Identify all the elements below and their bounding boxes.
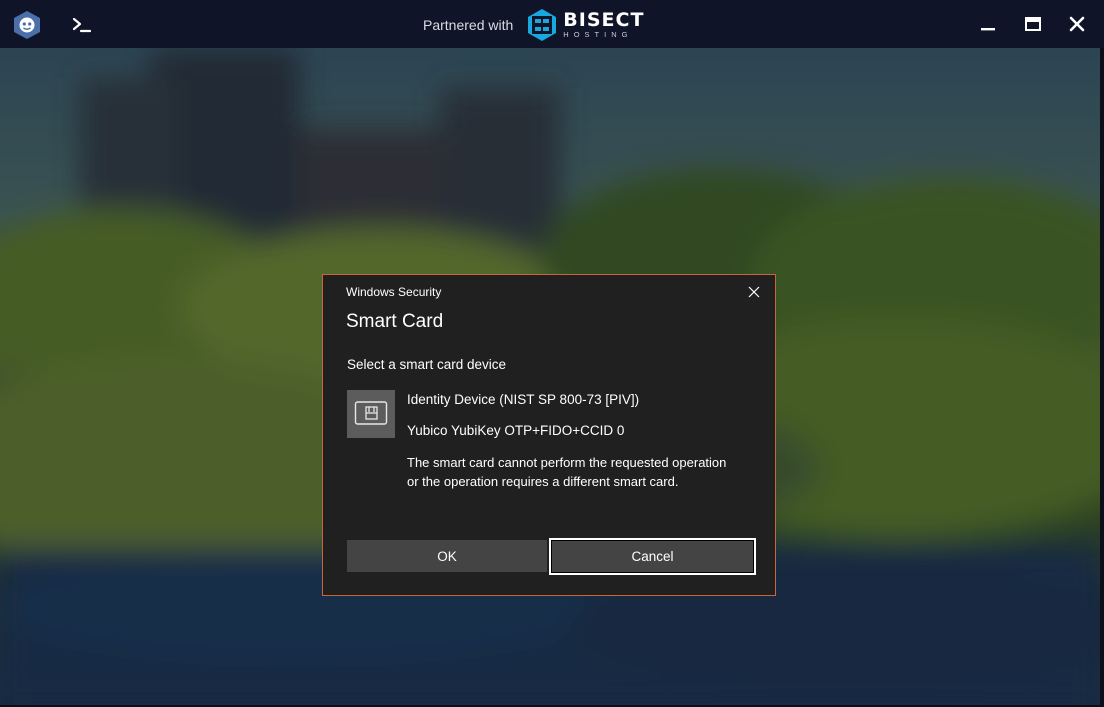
bisect-brand-sub: HOSTING [563,30,633,40]
bisect-logo: BISECT HOSTING [527,9,644,41]
close-icon[interactable] [1065,12,1089,36]
bisect-mark-icon [528,9,557,41]
window-edge-right [1100,48,1104,707]
cancel-button[interactable]: Cancel [549,538,756,575]
device-reader: Yubico YubiKey OTP+FIDO+CCID 0 [407,423,625,438]
minimize-icon[interactable] [976,12,1000,36]
smart-card-icon [354,401,388,425]
app-window: Partnered with BISECT HOSTING Windows Se… [0,0,1104,707]
maximize-icon[interactable] [1021,12,1045,36]
dialog-title: Smart Card [346,311,444,332]
dialog-caption: Windows Security [346,285,442,299]
ok-button[interactable]: OK [347,540,547,572]
partner-banner[interactable]: Partnered with BISECT HOSTING [423,9,644,41]
dialog-close-icon[interactable] [746,284,762,300]
terminal-icon[interactable] [70,14,94,36]
title-bar: Partnered with BISECT HOSTING [0,0,1104,48]
device-error-message: The smart card cannot perform the reques… [407,455,727,489]
smart-card-device-option[interactable] [347,390,395,438]
app-logo-icon[interactable] [12,10,42,40]
windows-security-dialog: Windows Security Smart Card Select a sma… [322,274,776,596]
device-name[interactable]: Identity Device (NIST SP 800-73 [PIV]) [407,392,639,407]
partner-label: Partnered with [423,17,514,33]
dialog-prompt: Select a smart card device [347,357,507,372]
bisect-brand: BISECT [563,9,645,32]
